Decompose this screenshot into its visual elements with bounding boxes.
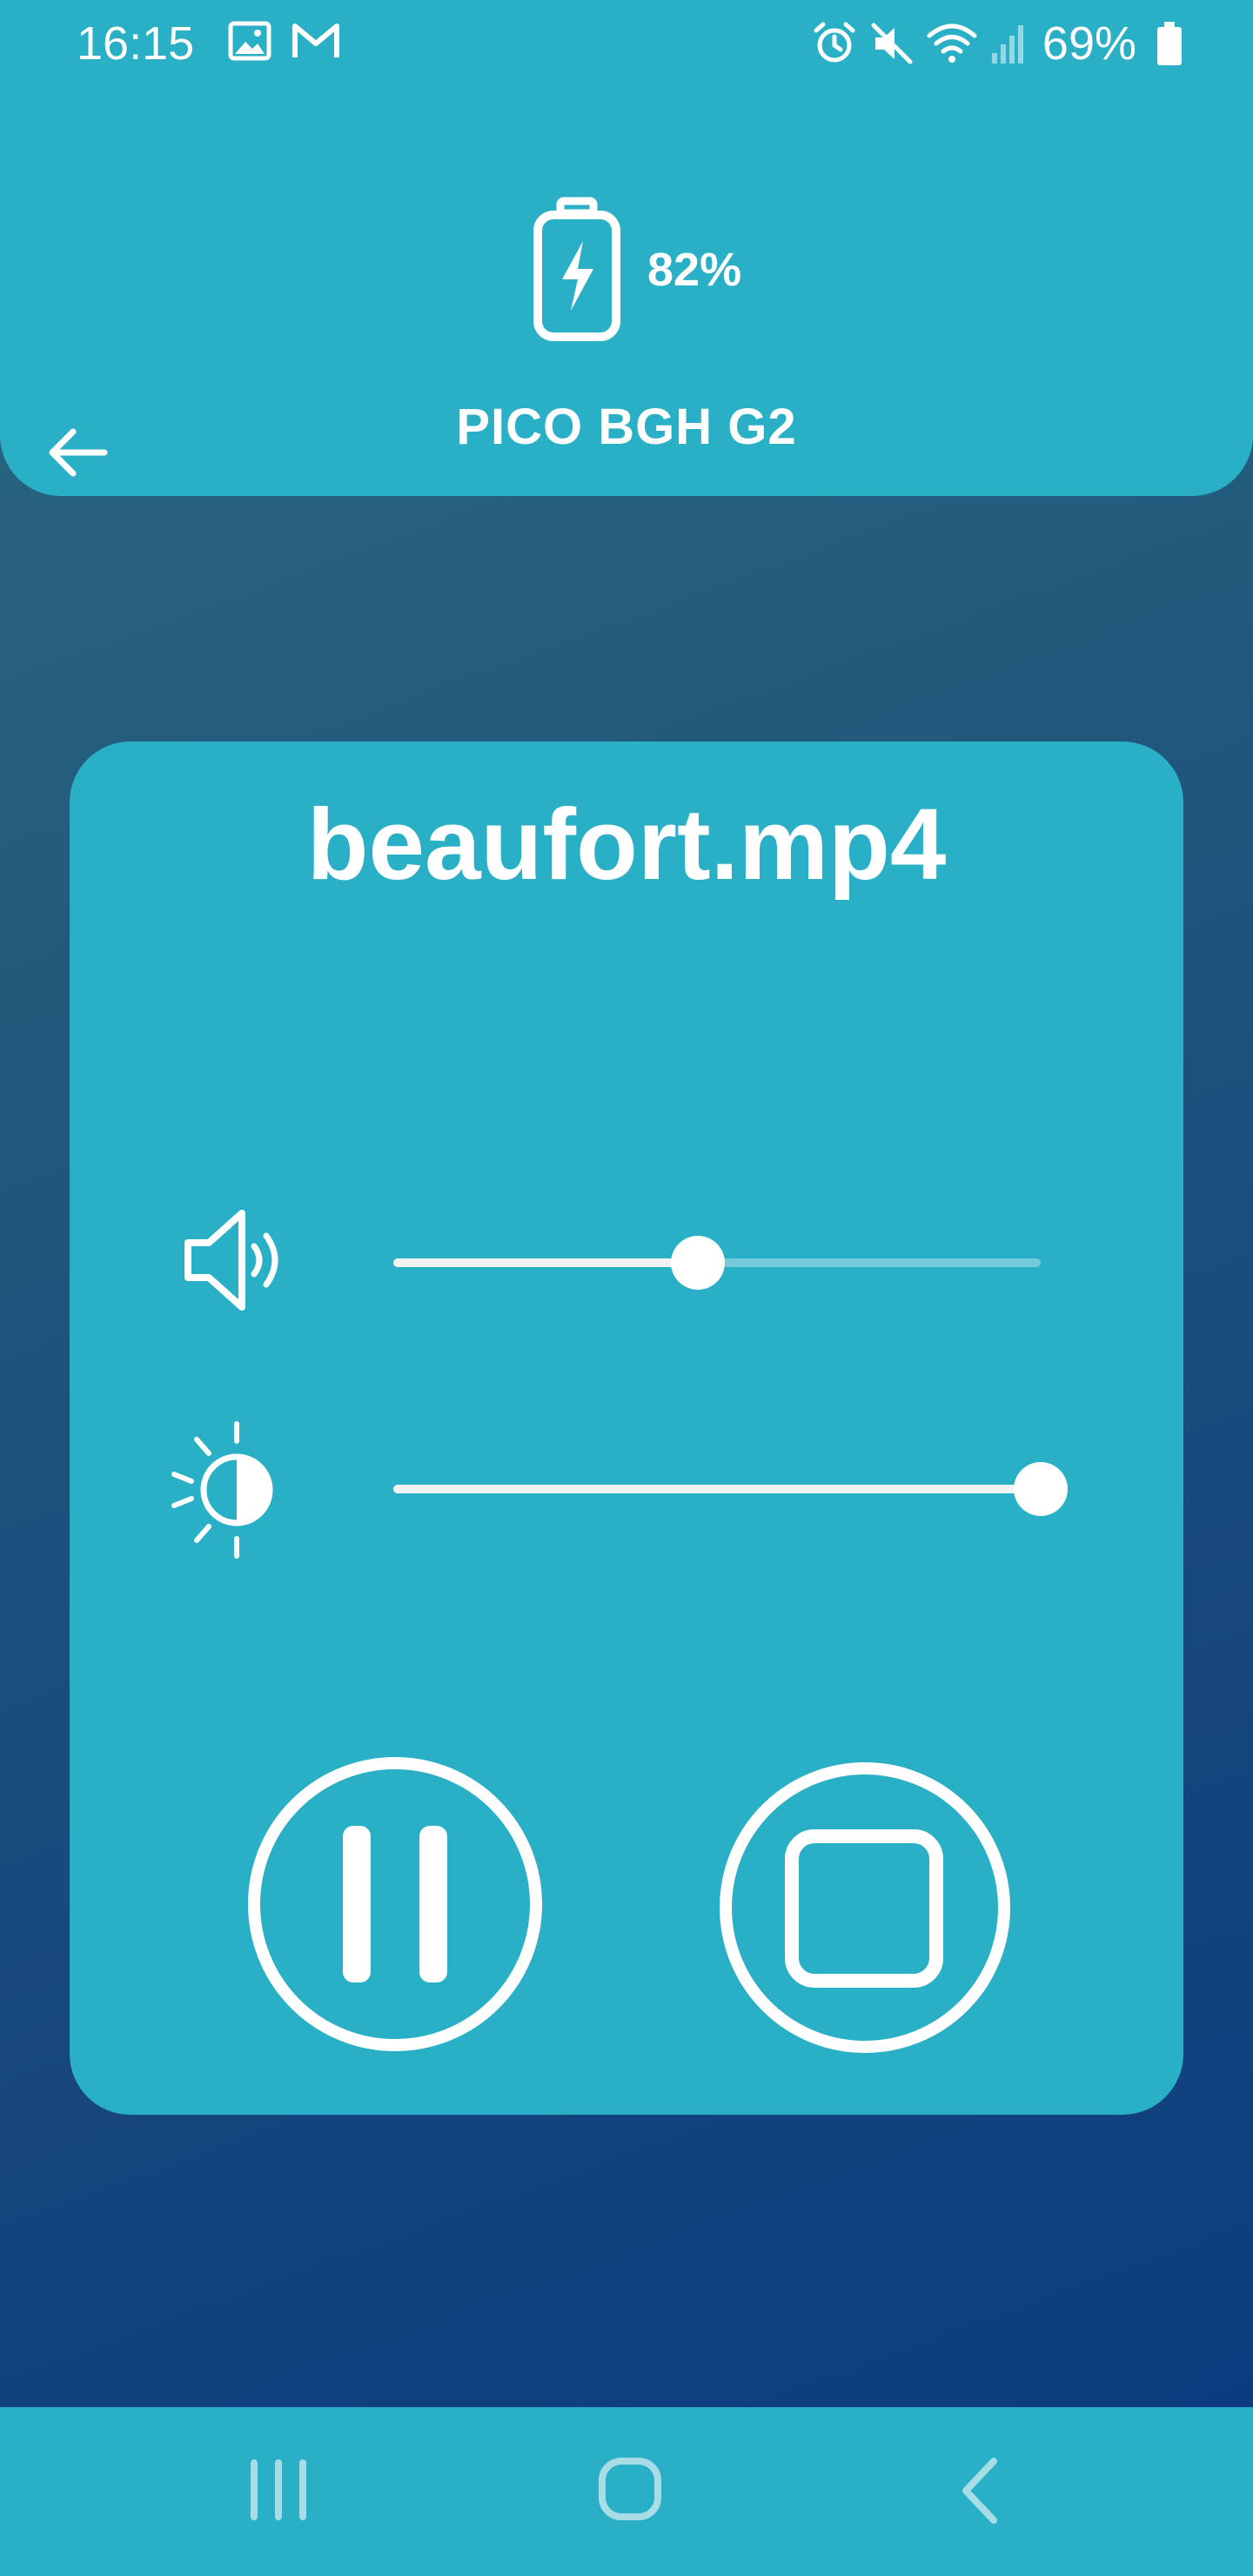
volume-slider-fill xyxy=(393,1258,698,1267)
device-battery-level: 82% xyxy=(647,244,742,296)
pause-icon xyxy=(248,1757,542,2051)
gmail-icon xyxy=(292,23,339,57)
back-icon[interactable] xyxy=(919,2433,1041,2546)
battery-icon xyxy=(1157,22,1182,65)
pause-button[interactable] xyxy=(245,1754,545,2054)
back-arrow-icon[interactable] xyxy=(44,418,113,487)
brightness-icon xyxy=(171,1421,273,1559)
stop-button[interactable] xyxy=(715,1758,1015,2057)
brightness-slider-thumb[interactable] xyxy=(1014,1462,1068,1516)
volume-slider-thumb[interactable] xyxy=(670,1236,725,1290)
alarm-icon xyxy=(814,22,855,63)
brightness-slider-fill xyxy=(393,1485,1041,1493)
mute-icon xyxy=(871,23,913,64)
signal-icon xyxy=(991,25,1023,64)
navigation-bar xyxy=(0,2407,1253,2576)
volume-slider[interactable] xyxy=(393,1227,1041,1297)
status-battery-text: 69% xyxy=(1042,17,1136,70)
home-icon[interactable] xyxy=(569,2433,691,2546)
status-icons: 69% xyxy=(801,16,1183,71)
brightness-slider[interactable] xyxy=(393,1453,1068,1523)
speaker-icon xyxy=(184,1210,278,1311)
device-name: PICO BGH G2 xyxy=(456,399,797,455)
image-icon xyxy=(228,21,271,61)
file-name: beaufort.mp4 xyxy=(306,788,947,901)
status-time: 16:15 xyxy=(77,17,195,70)
stop-icon xyxy=(720,1762,1010,2053)
wifi-icon xyxy=(927,23,977,63)
charging-battery-icon xyxy=(533,197,620,341)
status-bar: 16:15 69% xyxy=(0,0,1253,87)
recent-apps-icon[interactable] xyxy=(218,2433,339,2546)
